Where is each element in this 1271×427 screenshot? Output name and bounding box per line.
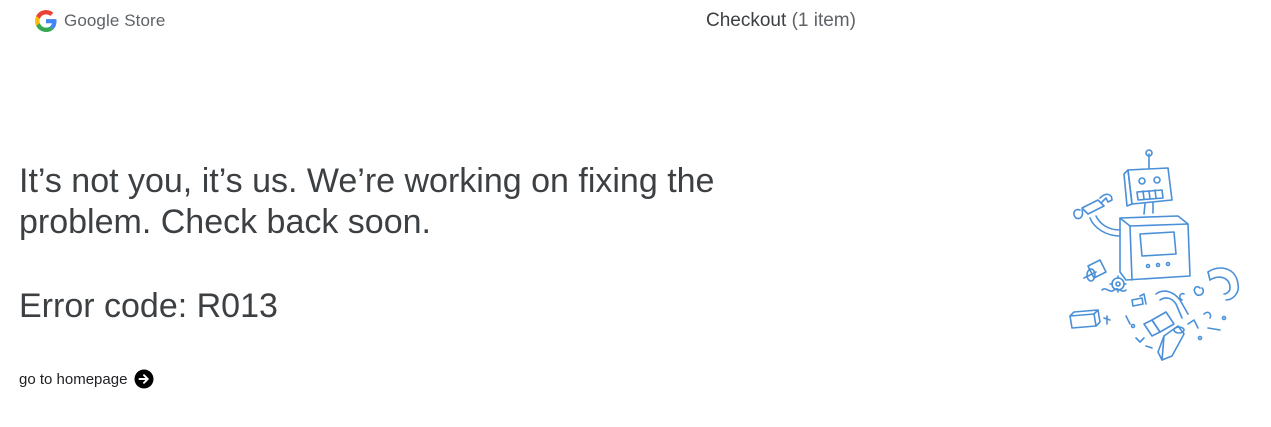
google-g-icon (35, 10, 57, 32)
checkout-title: Checkout (1 item) (706, 10, 856, 32)
error-code: Error code: R013 (19, 287, 278, 325)
arrow-right-circle-icon (127, 369, 154, 389)
logo-text: Google Store (64, 11, 166, 30)
error-message: It’s not you, it’s us. We’re working on … (19, 162, 715, 241)
home-link-label: go to homepage (19, 370, 128, 388)
checkout-label: Checkout (706, 10, 787, 31)
google-store-logo[interactable]: Google Store (35, 10, 165, 32)
go-to-homepage-link[interactable]: go to homepage (19, 369, 154, 389)
error-page: Google Store Checkout (1 item) It’s not … (0, 0, 1271, 427)
broken-robot-illustration (1060, 148, 1250, 368)
item-count: (1 item) (791, 10, 856, 31)
page-header: Google Store Checkout (1 item) (0, 0, 1271, 44)
